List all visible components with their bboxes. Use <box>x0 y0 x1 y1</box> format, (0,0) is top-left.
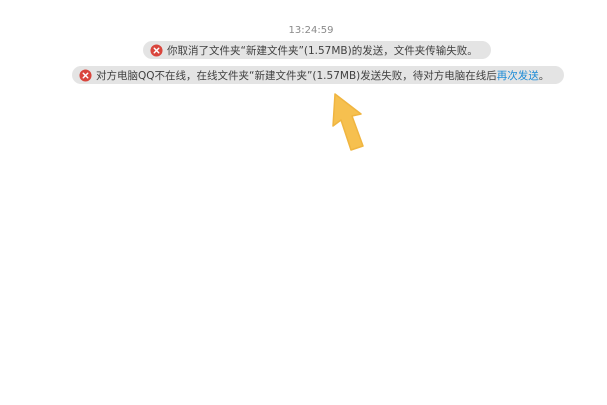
notice-text: 对方电脑QQ不在线，在线文件夹“新建文件夹”(1.57MB)发送失败，待对方电脑… <box>96 69 497 82</box>
notice-suffix: 。 <box>538 69 550 82</box>
error-circle-icon <box>79 68 92 82</box>
system-notice-offline: 对方电脑QQ不在线，在线文件夹“新建文件夹”(1.57MB)发送失败，待对方电脑… <box>72 66 564 84</box>
message-timestamp: 13:24:59 <box>288 25 334 36</box>
arrow-pointer-icon <box>332 93 364 151</box>
system-notice-cancelled: 你取消了文件夹“新建文件夹”(1.57MB)的发送，文件夹传输失败。 <box>143 41 491 59</box>
chat-window: 13:24:59 你取消了文件夹“新建文件夹”(1.57MB)的发送，文件夹传输… <box>0 0 607 405</box>
notice-text: 你取消了文件夹“新建文件夹”(1.57MB)的发送，文件夹传输失败。 <box>167 44 478 57</box>
error-circle-icon <box>150 43 163 57</box>
resend-link[interactable]: 再次发送 <box>497 68 539 83</box>
